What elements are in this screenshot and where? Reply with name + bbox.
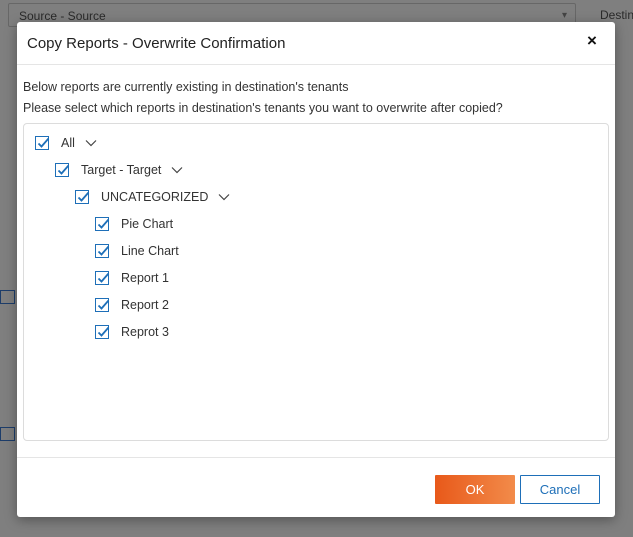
tree-node-report[interactable]: Pie Chart <box>95 216 173 232</box>
dialog-header: Copy Reports - Overwrite Confirmation × <box>17 22 615 65</box>
tree-node-label: All <box>61 136 75 150</box>
checkmark-icon <box>97 245 110 256</box>
tree-node-label: Target - Target <box>81 163 162 177</box>
chevron-down-icon[interactable] <box>218 193 230 201</box>
report-tree: All Target - Target UNCATEGORIZED Pie Ch… <box>23 123 609 441</box>
checkmark-icon <box>37 137 50 148</box>
checkbox-tenant[interactable] <box>55 163 70 177</box>
cancel-button[interactable]: Cancel <box>520 475 600 504</box>
checkmark-icon <box>97 218 110 229</box>
tree-node-label: UNCATEGORIZED <box>101 190 209 204</box>
checkbox-report[interactable] <box>95 271 110 285</box>
tree-node-report[interactable]: Reprot 3 <box>95 324 169 340</box>
dialog-footer: OK Cancel <box>17 457 615 517</box>
tree-node-label: Pie Chart <box>121 217 174 231</box>
overwrite-confirmation-dialog: Copy Reports - Overwrite Confirmation × … <box>17 22 615 517</box>
tree-node-label: Reprot 3 <box>121 325 169 339</box>
checkmark-icon <box>97 326 110 337</box>
info-message-line1: Below reports are currently existing in … <box>23 80 349 94</box>
checkmark-icon <box>97 272 110 283</box>
ok-button[interactable]: OK <box>435 475 515 504</box>
checkbox-report[interactable] <box>95 298 110 312</box>
tree-node-report[interactable]: Report 2 <box>95 297 169 313</box>
checkbox-all[interactable] <box>35 136 50 150</box>
checkmark-icon <box>77 191 90 202</box>
checkbox-report[interactable] <box>95 217 110 231</box>
tree-node-label: Report 2 <box>121 298 169 312</box>
checkbox-report[interactable] <box>95 244 110 258</box>
checkmark-icon <box>97 299 110 310</box>
close-button[interactable]: × <box>583 32 601 50</box>
checkbox-category[interactable] <box>75 190 90 204</box>
tree-node-report[interactable]: Report 1 <box>95 270 169 286</box>
tree-node-label: Line Chart <box>121 244 179 258</box>
tree-node-category[interactable]: UNCATEGORIZED <box>75 189 230 205</box>
chevron-down-icon[interactable] <box>85 139 97 147</box>
tree-node-all[interactable]: All <box>35 135 97 151</box>
tree-node-tenant[interactable]: Target - Target <box>55 162 183 178</box>
dialog-title: Copy Reports - Overwrite Confirmation <box>27 35 286 52</box>
checkbox-report[interactable] <box>95 325 110 339</box>
chevron-down-icon[interactable] <box>171 166 183 174</box>
tree-node-label: Report 1 <box>121 271 169 285</box>
info-message-line2: Please select which reports in destinati… <box>23 101 503 115</box>
tree-node-report[interactable]: Line Chart <box>95 243 179 259</box>
checkmark-icon <box>57 164 70 175</box>
